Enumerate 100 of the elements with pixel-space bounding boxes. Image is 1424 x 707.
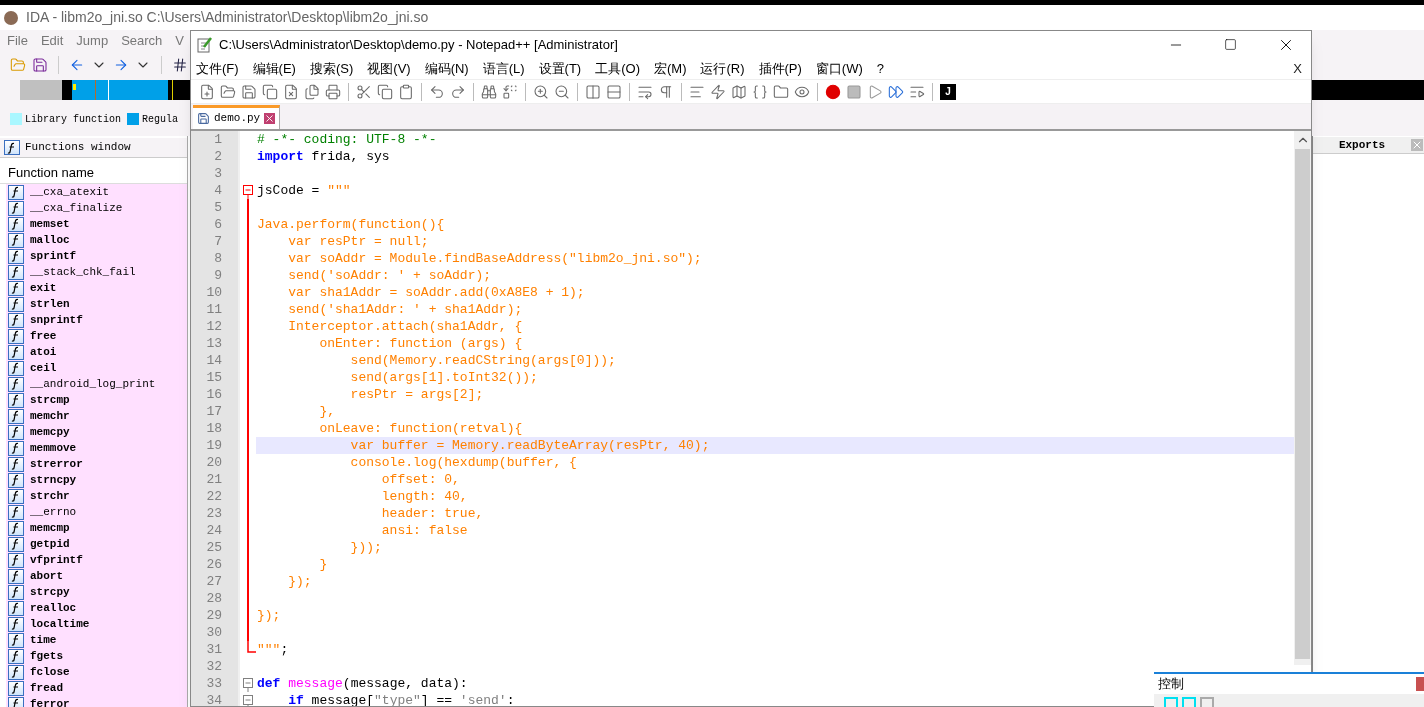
menu-item[interactable]: ?: [876, 58, 885, 79]
maximize-icon[interactable]: [1224, 38, 1237, 51]
undo-icon[interactable]: [429, 83, 445, 100]
folder-icon[interactable]: [773, 83, 789, 100]
notepad-pen-icon: [197, 36, 213, 53]
map-icon[interactable]: [731, 83, 747, 100]
menu-item[interactable]: File: [7, 31, 28, 51]
menu-item[interactable]: Search: [121, 31, 163, 51]
menu-item[interactable]: 编码(N): [424, 58, 469, 79]
function-name[interactable]: memcmp: [30, 519, 70, 537]
function-name[interactable]: __stack_chk_fail: [30, 263, 136, 281]
line-number: 2: [191, 148, 238, 165]
scrollbar-thumb[interactable]: [1295, 149, 1310, 659]
function-name[interactable]: free: [30, 327, 57, 345]
fold-end-icon: [247, 641, 256, 653]
fast-forward-icon[interactable]: [888, 83, 904, 100]
function-name[interactable]: strerror: [30, 455, 83, 473]
function-name[interactable]: __cxa_finalize: [30, 199, 123, 217]
save-icon[interactable]: [32, 57, 48, 73]
function-name[interactable]: ferror: [30, 695, 70, 707]
function-name[interactable]: realloc: [30, 599, 77, 617]
function-name[interactable]: __cxa_atexit: [30, 184, 110, 201]
menu-item[interactable]: Jump: [76, 31, 109, 51]
function-icon: [8, 184, 24, 200]
function-name[interactable]: sprintf: [30, 247, 77, 265]
fold-marker-icon[interactable]: [243, 695, 253, 706]
sync-horizontal-icon[interactable]: [606, 83, 622, 100]
function-name[interactable]: fclose: [30, 663, 70, 681]
print-icon[interactable]: [325, 83, 341, 100]
braces-icon[interactable]: [752, 83, 768, 100]
function-name[interactable]: snprintf: [30, 311, 83, 329]
redo-icon[interactable]: [450, 83, 466, 100]
line-number: 28: [191, 590, 238, 607]
function-name[interactable]: strchr: [30, 487, 70, 505]
zoom-in-icon[interactable]: [533, 83, 549, 100]
fold-marker-icon[interactable]: [243, 678, 253, 692]
function-name[interactable]: __android_log_print: [30, 375, 156, 393]
close-file-icon[interactable]: [283, 83, 299, 100]
stop-icon[interactable]: [846, 83, 862, 100]
sync-vertical-icon[interactable]: [585, 83, 601, 100]
function-name[interactable]: fgets: [30, 647, 63, 665]
close-document-button[interactable]: X: [1293, 58, 1302, 79]
document-tab[interactable]: demo.py: [193, 105, 281, 129]
function-name[interactable]: vfprintf: [30, 551, 83, 569]
close-all-icon[interactable]: [304, 83, 320, 100]
function-name[interactable]: strncpy: [30, 471, 77, 489]
paste-icon[interactable]: [398, 83, 414, 100]
menu-item[interactable]: 文件(F): [196, 58, 239, 79]
menu-item[interactable]: 插件(P): [758, 58, 802, 79]
function-name[interactable]: ceil: [30, 359, 57, 377]
function-name[interactable]: memcpy: [30, 423, 70, 441]
open-folder-icon[interactable]: [220, 83, 236, 100]
menu-item[interactable]: 运行(R): [700, 58, 745, 79]
record-icon[interactable]: [825, 83, 841, 100]
menu-item[interactable]: Edit: [40, 31, 64, 51]
menu-item[interactable]: 设置(T): [538, 58, 582, 79]
function-name[interactable]: time: [30, 631, 57, 649]
menu-item[interactable]: 编辑(E): [252, 58, 296, 79]
run-button[interactable]: J: [940, 83, 956, 100]
replace-icon[interactable]: [502, 83, 518, 100]
function-icon: [8, 488, 24, 504]
forward-arrow-icon[interactable]: [113, 57, 129, 73]
vertical-scrollbar[interactable]: [1294, 131, 1311, 665]
menu-item[interactable]: 宏(M): [653, 58, 687, 79]
save-icon[interactable]: [241, 83, 257, 100]
function-icon: [8, 424, 24, 440]
function-icon: [4, 140, 20, 155]
fold-marker-icon[interactable]: [243, 185, 253, 199]
zoom-out-icon[interactable]: [554, 83, 570, 100]
function-name[interactable]: strcpy: [30, 583, 70, 601]
menu-item[interactable]: 窗口(W): [815, 58, 863, 79]
function-name[interactable]: strlen: [30, 295, 70, 313]
new-file-icon[interactable]: [199, 83, 215, 100]
cut-icon[interactable]: [356, 83, 372, 100]
function-name[interactable]: exit: [30, 279, 57, 297]
save-all-icon[interactable]: [262, 83, 278, 100]
function-name[interactable]: fread: [30, 679, 63, 697]
function-name[interactable]: __errno: [30, 503, 77, 521]
function-name[interactable]: atoi: [30, 343, 57, 361]
menu-item[interactable]: 搜索(S): [309, 58, 354, 79]
copy-icon[interactable]: [377, 83, 393, 100]
menu-item[interactable]: 语言(L): [482, 58, 525, 79]
function-name[interactable]: memchr: [30, 407, 70, 425]
function-name[interactable]: malloc: [30, 231, 70, 249]
exports-tab[interactable]: Exports: [1313, 136, 1411, 154]
function-name[interactable]: abort: [30, 567, 63, 585]
menu-item[interactable]: V: [175, 31, 185, 51]
find-icon[interactable]: [481, 83, 497, 100]
play-icon[interactable]: [867, 83, 883, 100]
line-number: 6: [191, 216, 238, 233]
menu-item[interactable]: 视图(V): [367, 58, 411, 79]
pilcrow-icon[interactable]: [658, 83, 674, 100]
function-name[interactable]: localtime: [30, 615, 90, 633]
function-name[interactable]: memset: [30, 215, 70, 233]
close-button[interactable]: [1416, 676, 1424, 691]
function-name[interactable]: strcmp: [30, 391, 70, 409]
lightning-icon[interactable]: [710, 83, 726, 100]
function-name[interactable]: getpid: [30, 535, 70, 553]
function-name[interactable]: memmove: [30, 439, 77, 457]
menu-item[interactable]: 工具(O): [595, 58, 640, 79]
